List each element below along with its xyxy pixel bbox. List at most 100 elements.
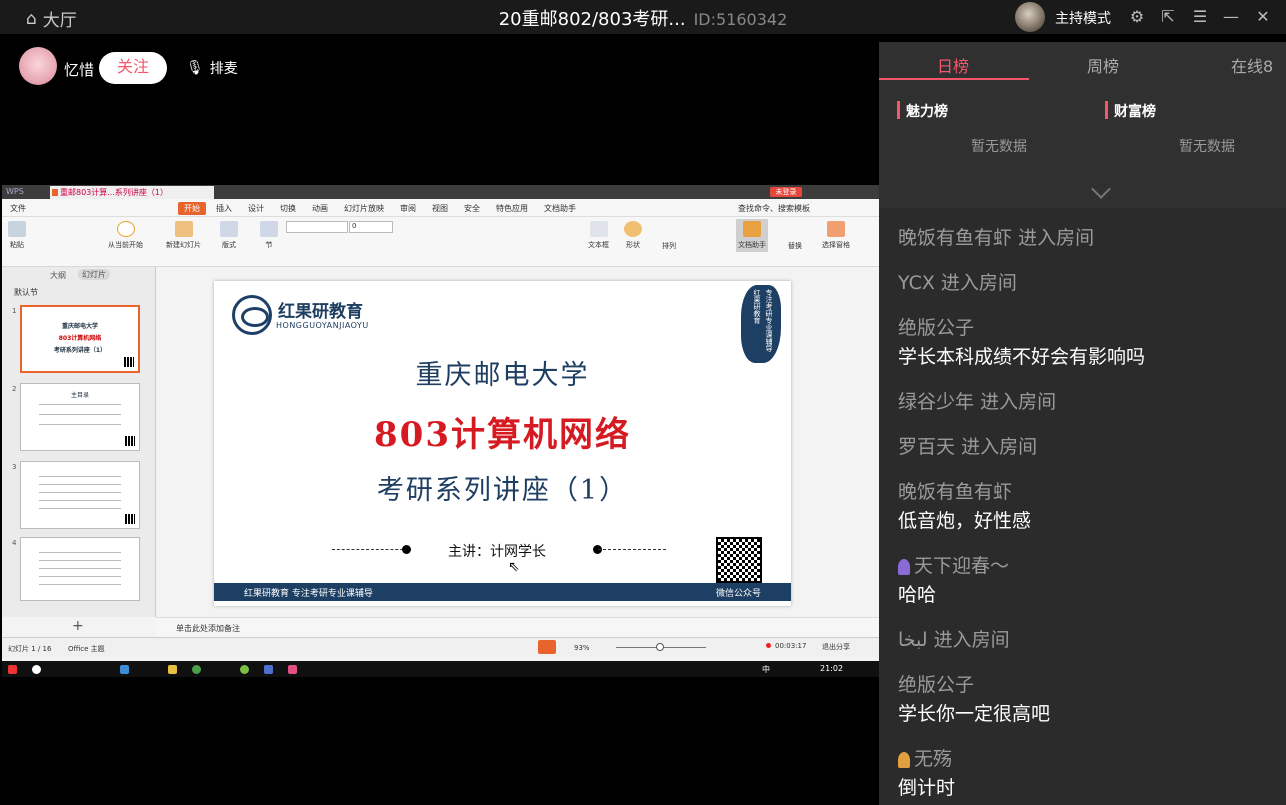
slide-counter: 幻灯片 1 / 16 [8, 645, 52, 653]
tab-slides[interactable]: 幻灯片 [78, 269, 110, 280]
explorer-icon[interactable] [168, 665, 177, 674]
notes-placeholder[interactable]: 单击此处添加备注 [176, 623, 240, 634]
menu-slideshow[interactable]: 幻灯片放映 [344, 203, 384, 214]
menu-animation[interactable]: 动画 [312, 203, 328, 214]
wechat-qr-code [716, 537, 762, 583]
slideshow-play-icon[interactable] [538, 640, 556, 654]
font-name-field[interactable] [286, 221, 348, 233]
chrome-icon[interactable] [192, 665, 201, 674]
minimize-icon[interactable]: — [1221, 8, 1241, 26]
windows-start-icon[interactable] [8, 665, 17, 674]
mic-queue-button[interactable]: 🎙 排麦 [186, 58, 238, 78]
menu-start[interactable]: 开始 [178, 202, 206, 215]
arrange-button[interactable]: 排列 [662, 241, 676, 251]
menu-review[interactable]: 审阅 [400, 203, 416, 214]
divider-line [332, 549, 408, 550]
zoom-level[interactable]: 93% [574, 644, 590, 652]
tab-outline[interactable]: 大纲 [50, 270, 66, 281]
tab-weekly-rank[interactable]: 周榜 [1087, 53, 1119, 77]
slide-canvas[interactable]: 红果研教育 HONGGUOYANJIAOYU 专注考研专业课辅导 红果研教育 重… [214, 281, 791, 606]
thumb-number: 3 [12, 463, 17, 471]
font-size-field[interactable]: 0 [349, 221, 393, 233]
fan-badge-icon [898, 751, 910, 768]
menu-doc-assistant[interactable]: 文档助手 [544, 203, 576, 214]
menu-insert[interactable]: 插入 [216, 203, 232, 214]
slide-thumbnail-3[interactable] [20, 461, 140, 529]
chat-user[interactable]: 罗百天 [898, 436, 955, 458]
zoom-slider-handle[interactable] [656, 643, 664, 651]
home-icon: ⌂ [26, 8, 37, 29]
thumb-qr [125, 436, 135, 446]
menu-file[interactable]: 文件 [10, 203, 26, 214]
command-search[interactable]: 查找命令、搜索模板 [738, 203, 810, 214]
selection-pane-button[interactable]: 选择窗格 [822, 221, 850, 250]
chat-user[interactable]: 绿谷少年 [898, 391, 974, 413]
paste-button[interactable]: 粘贴 [8, 221, 26, 250]
ime-indicator[interactable]: 中 [762, 664, 770, 675]
ranking-panel: 日榜 周榜 在线8 魅力榜 财富榜 暂无数据 暂无数据 [879, 42, 1286, 208]
thumb-number: 2 [12, 385, 17, 393]
chat-user-row: 无殇 [898, 744, 952, 771]
tab-daily-rank[interactable]: 日榜 [937, 53, 969, 77]
thumb-text-line [39, 404, 121, 405]
new-slide-button[interactable]: 新建幻灯片 [166, 221, 201, 250]
menu-view[interactable]: 视图 [432, 203, 448, 214]
wps-taskbar-icon[interactable] [264, 665, 273, 674]
top-bar: ⌂ 大厅 20重邮802/803考研... ID:5160342 主持模式 ⚙ ⇱… [0, 0, 1286, 34]
slide-thumbnail-pane: 大纲 幻灯片 默认节 1 重庆邮电大学 803计算机网络 考研系列讲座（1） 2… [2, 267, 156, 617]
streamer-avatar[interactable] [19, 47, 57, 85]
home-button[interactable]: ⌂ 大厅 [26, 6, 77, 32]
menu-security[interactable]: 安全 [464, 203, 480, 214]
edge-icon[interactable] [120, 665, 129, 674]
search-icon[interactable] [32, 665, 41, 674]
notes-bar[interactable]: 单击此处添加备注 [156, 617, 879, 637]
chat-user[interactable]: YCX [898, 272, 935, 294]
login-badge[interactable]: 未登录 [770, 187, 802, 197]
thumb-text-line [39, 414, 121, 415]
chat-user[interactable]: لبخا [898, 629, 928, 651]
host-avatar[interactable] [1015, 2, 1045, 32]
chat-user[interactable]: 晚饭有鱼有虾 [898, 227, 1012, 249]
menu-transition[interactable]: 切换 [280, 203, 296, 214]
slide-thumbnail-2[interactable]: 主目录 [20, 383, 140, 451]
document-tab[interactable]: 重邮803计算...系列讲座（1） [50, 186, 214, 199]
chat-message: 学长你一定很高吧 [898, 703, 1051, 725]
textbox-button[interactable]: 文本框 [588, 221, 609, 250]
popout-icon[interactable]: ⇱ [1158, 8, 1178, 26]
slide-thumbnail-1[interactable]: 重庆邮电大学 803计算机网络 考研系列讲座（1） [20, 305, 140, 373]
replace-button[interactable]: 替换 [788, 241, 802, 251]
chat-user[interactable]: 晚饭有鱼有虾 [898, 477, 1012, 504]
brand-logo-icon [232, 295, 272, 335]
app-icon[interactable] [240, 665, 249, 674]
close-icon[interactable]: ✕ [1253, 8, 1273, 26]
chat-user[interactable]: 绝版公子 [898, 313, 974, 340]
menu-features[interactable]: 特色应用 [496, 203, 528, 214]
menu-icon[interactable]: ☰ [1190, 8, 1210, 26]
chat-user[interactable]: 无殇 [914, 748, 952, 770]
chat-user[interactable]: 天下迎春～ [914, 555, 1009, 577]
tab-online[interactable]: 在线8 [1231, 53, 1273, 77]
thumb-text-line [39, 576, 121, 577]
thumb-text-line [39, 584, 121, 585]
shape-button[interactable]: 形状 [624, 221, 642, 250]
menu-design[interactable]: 设计 [248, 203, 264, 214]
divider-line [598, 549, 666, 550]
expand-chevron-icon[interactable] [1091, 179, 1111, 199]
follow-button[interactable]: 关注 [99, 52, 167, 84]
exit-share-button[interactable]: 退出分享 [822, 642, 850, 652]
layout-button[interactable]: 版式 [220, 221, 238, 250]
live-app-icon[interactable] [288, 665, 297, 674]
doc-assistant-button[interactable]: 文档助手 [736, 219, 768, 252]
settings-icon[interactable]: ⚙ [1127, 8, 1147, 26]
thumb-text-line [39, 476, 121, 477]
streamer-name: 忆惜 [64, 61, 95, 79]
chat-user[interactable]: 绝版公子 [898, 670, 974, 697]
thumb-line: 主目录 [70, 392, 89, 399]
wealth-rank-title: 财富榜 [1105, 101, 1156, 121]
slide-thumbnail-4[interactable] [20, 537, 140, 601]
section-button[interactable]: 节 [260, 221, 278, 250]
add-slide-button[interactable]: + [72, 618, 84, 634]
host-mode-label[interactable]: 主持模式 [1055, 8, 1111, 28]
thumb-text-line [39, 552, 121, 553]
play-from-current-button[interactable]: 从当前开始 [108, 221, 143, 250]
